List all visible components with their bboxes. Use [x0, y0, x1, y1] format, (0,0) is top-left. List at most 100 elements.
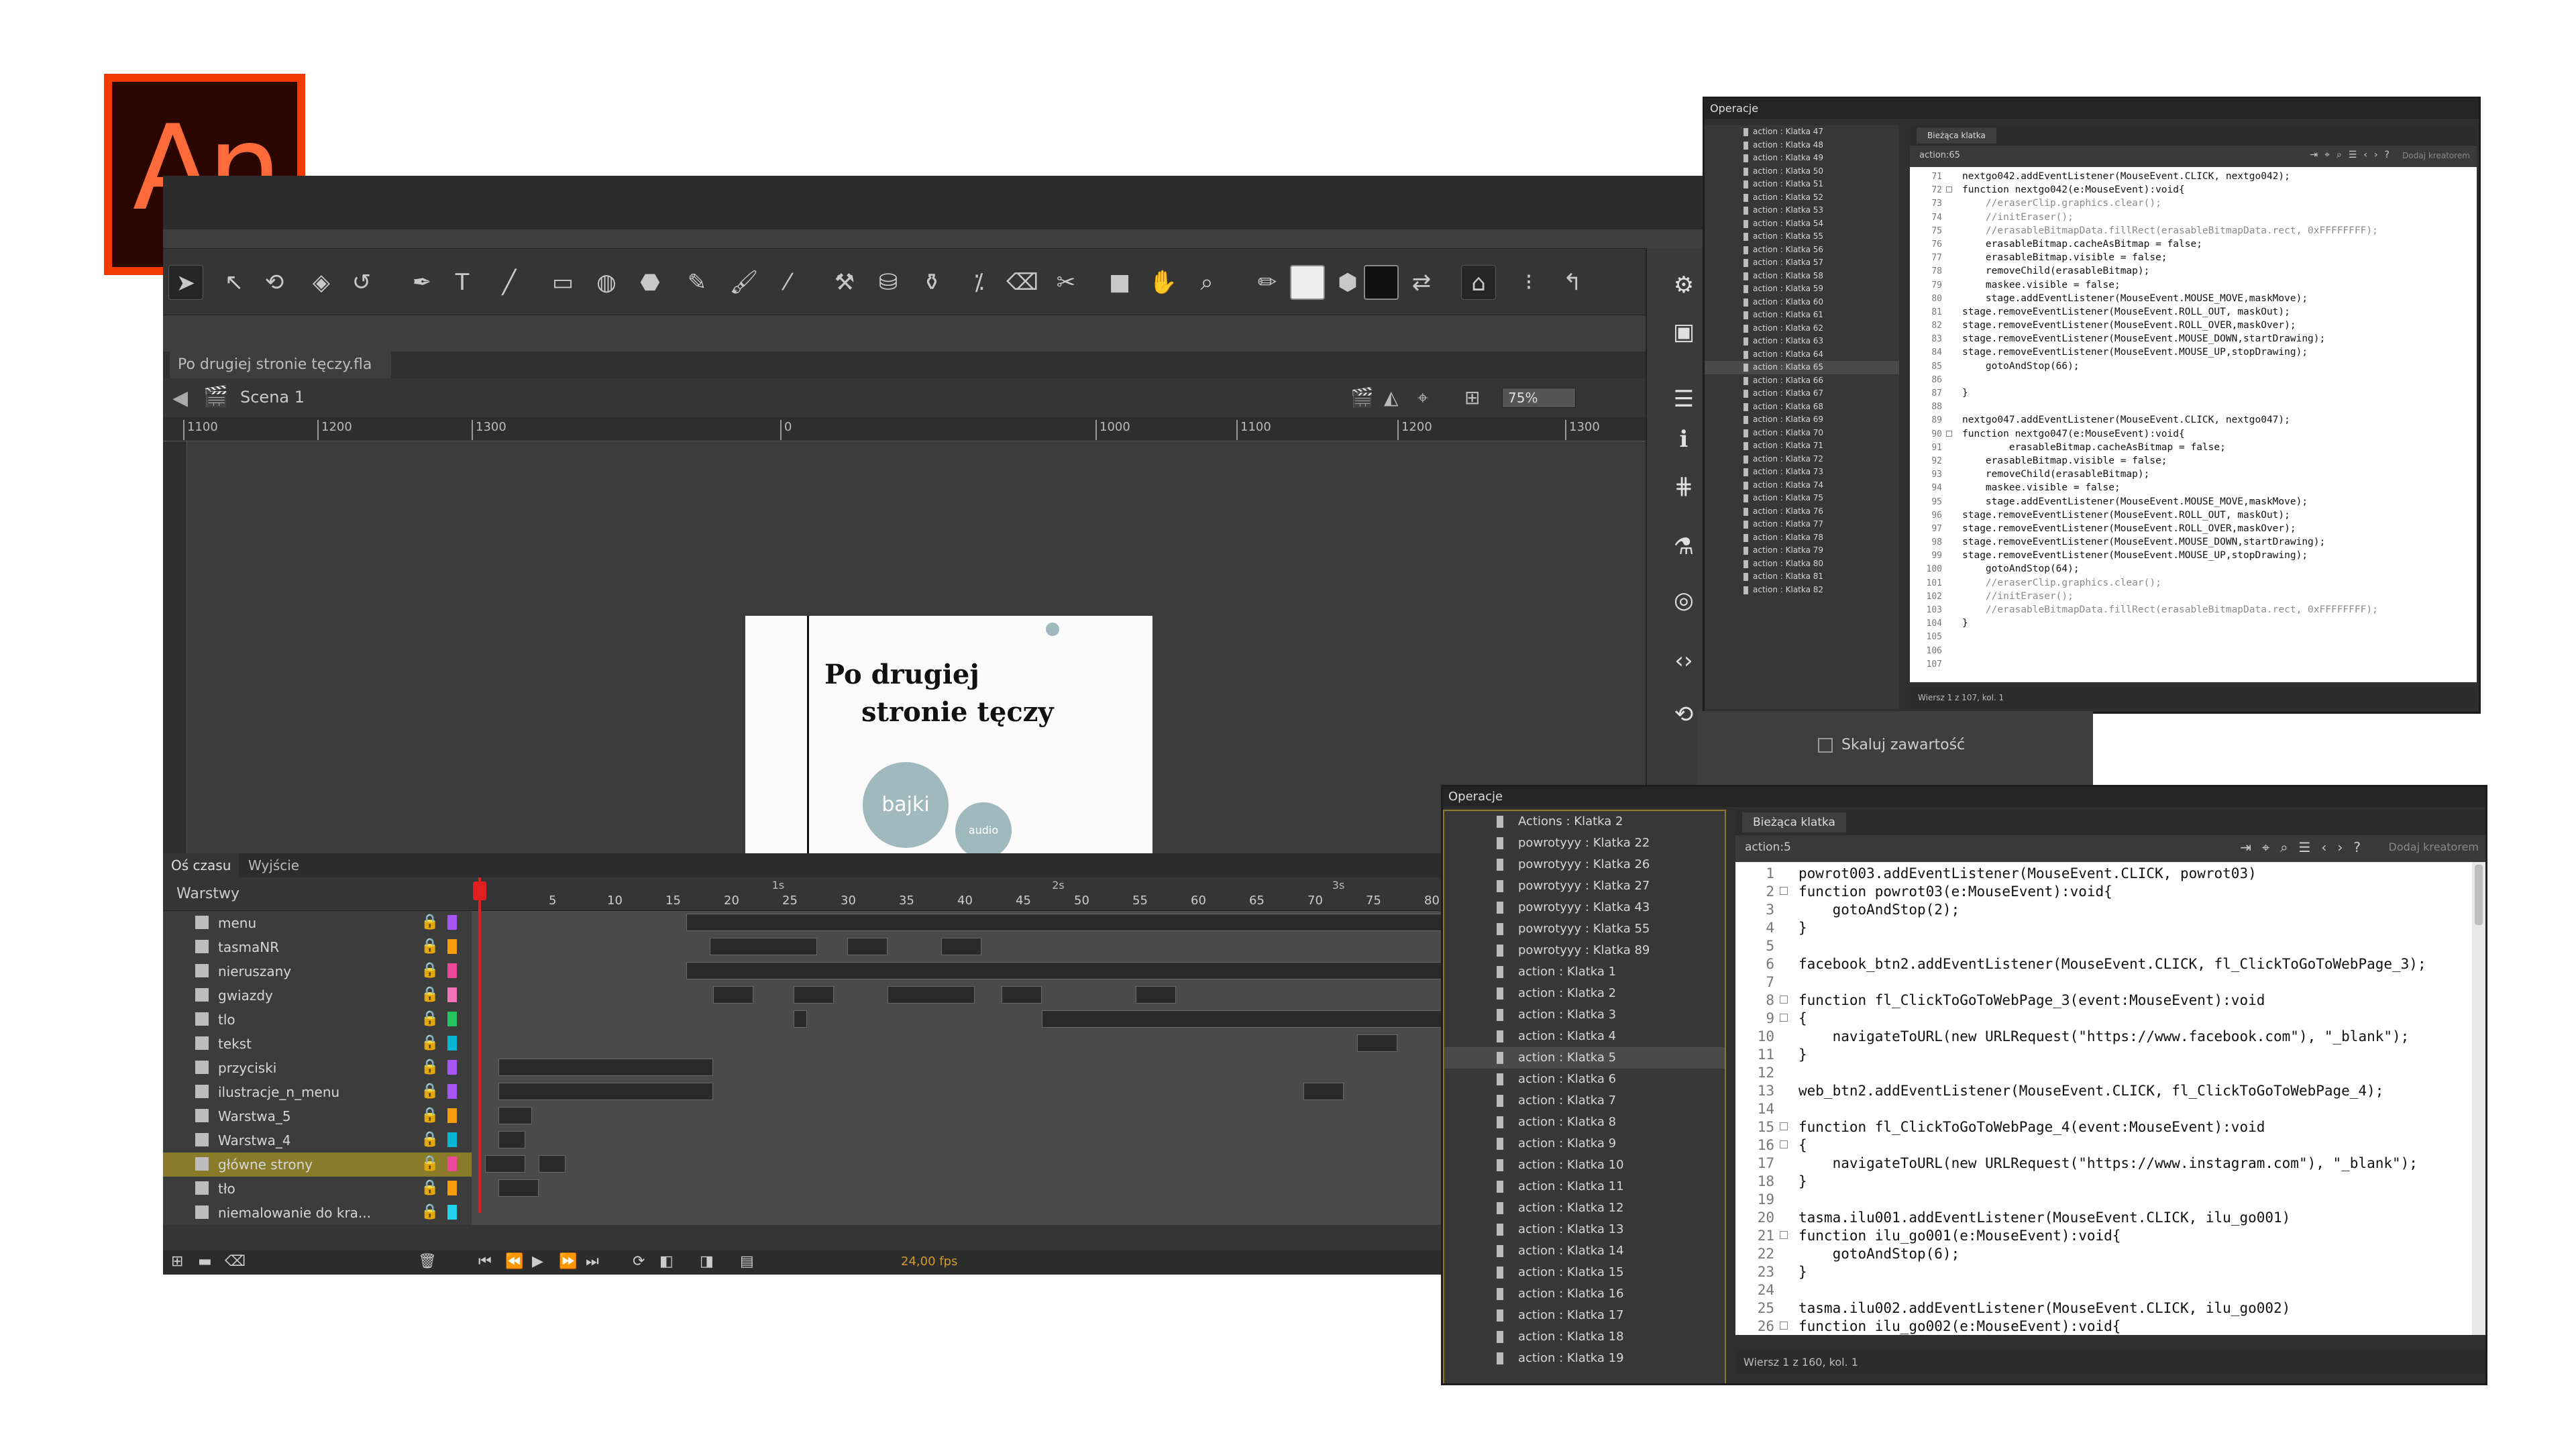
layer-color-swatch[interactable] — [447, 1181, 457, 1195]
lock-icon[interactable]: 🔒 — [421, 1179, 439, 1196]
actions-list-item[interactable]: action : Klatka 48 — [1705, 139, 1899, 152]
code-line[interactable]: 88 — [1910, 400, 2477, 413]
layer-row[interactable]: główne strony 🔒 — [163, 1152, 1646, 1177]
layer-color-swatch[interactable] — [447, 939, 457, 954]
code-line[interactable]: 92 erasableBitmap.visible = false; — [1910, 454, 2477, 468]
actions-list-item[interactable]: action : Klatka 58 — [1705, 270, 1899, 283]
stroke-color-icon[interactable]: ✏ — [1250, 265, 1285, 300]
layer-name-box[interactable]: nieruszany 🔒 — [163, 959, 472, 983]
actions-list-item[interactable]: action : Klatka 12 — [1444, 1197, 1725, 1219]
actions-list-item[interactable]: action : Klatka 5 — [1444, 1047, 1725, 1069]
actions-list-item[interactable]: action : Klatka 8 — [1444, 1112, 1725, 1133]
object-drawing-icon[interactable]: ⌂ — [1461, 265, 1496, 300]
layer-row[interactable]: nieruszany 🔒 — [163, 959, 1646, 983]
code-line[interactable]: 101 //eraserClip.graphics.clear(); — [1910, 576, 2477, 590]
onion-skin-icon[interactable]: ◧ — [659, 1253, 674, 1270]
actions-list-item[interactable]: action : Klatka 16 — [1444, 1283, 1725, 1305]
actions-list-item[interactable]: action : Klatka 49 — [1705, 152, 1899, 165]
code-line[interactable]: 76 erasableBitmap.cacheAsBitmap = false; — [1910, 237, 2477, 251]
code-line[interactable]: 72 function nextgo042(e:MouseEvent):void{ — [1910, 183, 2477, 197]
actions-list-item[interactable]: action : Klatka 2 — [1444, 983, 1725, 1004]
actions-list-item[interactable]: action : Klatka 54 — [1705, 217, 1899, 231]
code-line[interactable]: 17 navigateToURL(new URLRequest("https:/… — [1735, 1155, 2485, 1173]
code-line[interactable]: 89 nextgo047.addEventListener(MouseEvent.… — [1910, 413, 2477, 427]
lasso-tool-icon[interactable]: ↺ — [344, 265, 379, 300]
code-line[interactable]: 103 //erasableBitmapData.fillRect(erasab… — [1910, 603, 2477, 616]
lock-icon[interactable]: 🔒 — [421, 1034, 439, 1051]
actions-list-item[interactable]: action : Klatka 74 — [1705, 479, 1899, 492]
bajki-button[interactable]: bajki — [863, 762, 949, 848]
actions-list-item[interactable]: powrotyyy : Klatka 55 — [1444, 918, 1725, 940]
code-scrollbar[interactable] — [2472, 862, 2485, 1335]
document-tab[interactable]: Po drugiej stronie tęczy.fla — [170, 352, 391, 378]
delete-layer-icon[interactable]: ⌫ — [225, 1253, 246, 1270]
actions-list-item[interactable]: action : Klatka 18 — [1444, 1326, 1725, 1348]
code-line[interactable]: 99 stage.removeEventListener(MouseEvent.M… — [1910, 549, 2477, 562]
transform-panel-icon[interactable]: ⋕ — [1667, 470, 1701, 503]
fold-toggle-icon[interactable] — [1780, 887, 1788, 895]
code-line[interactable]: 18} — [1735, 1173, 2485, 1191]
paint-brush-tool-icon[interactable]: ⁄ — [770, 265, 805, 300]
lock-icon[interactable]: 🔒 — [421, 1010, 439, 1027]
layer-color-swatch[interactable] — [447, 1060, 457, 1075]
keyframe-span[interactable] — [498, 1131, 525, 1148]
new-layer-icon[interactable]: ⊞ — [171, 1253, 183, 1270]
layer-name-box[interactable]: główne strony 🔒 — [163, 1152, 472, 1177]
code-line[interactable]: 7 — [1735, 973, 2485, 991]
actions-list-item[interactable]: action : Klatka 14 — [1444, 1240, 1725, 1262]
layer-color-swatch[interactable] — [447, 1132, 457, 1147]
layer-name-box[interactable]: Warstwa_4 🔒 — [163, 1128, 472, 1152]
layer-name-box[interactable]: Warstwa_5 🔒 — [163, 1104, 472, 1128]
actions-list-item[interactable]: powrotyyy : Klatka 43 — [1444, 897, 1725, 918]
code-line[interactable]: 98 stage.removeEventListener(MouseEvent.M… — [1910, 535, 2477, 549]
code-editor[interactable]: 1 powrot003.addEventListener(MouseEvent.C… — [1735, 862, 2485, 1335]
actions-list-item[interactable]: powrotyyy : Klatka 22 — [1444, 833, 1725, 854]
layer-row[interactable]: Warstwa_4 🔒 — [163, 1128, 1646, 1152]
layer-row[interactable]: niemalowanie do kra... 🔒 — [163, 1201, 1646, 1225]
motion-presets-icon[interactable]: ◎ — [1667, 584, 1701, 617]
fold-toggle-icon[interactable] — [1780, 996, 1788, 1004]
rectangle-tool-icon[interactable]: ▭ — [545, 265, 580, 300]
layer-row[interactable]: menu 🔒 — [163, 911, 1646, 935]
actions-list-item[interactable]: action : Klatka 72 — [1705, 453, 1899, 466]
code-line[interactable]: 78 removeChild(erasableBitmap); — [1910, 264, 2477, 278]
actions-list-item[interactable]: action : Klatka 73 — [1705, 466, 1899, 479]
paint-bucket-tool-icon[interactable]: ⛁ — [871, 265, 906, 300]
actions-list-item[interactable]: action : Klatka 3 — [1444, 1004, 1725, 1026]
lock-icon[interactable]: 🔒 — [421, 1059, 439, 1075]
3d-rotation-tool-icon[interactable]: ◈ — [304, 265, 339, 300]
fold-toggle-icon[interactable] — [1780, 1122, 1788, 1130]
code-line[interactable]: 6 facebook_btn2.addEventListener(MouseEve… — [1735, 955, 2485, 973]
layer-name-box[interactable]: przyciski 🔒 — [163, 1056, 472, 1080]
code-line[interactable]: 93 removeChild(erasableBitmap); — [1910, 468, 2477, 481]
layer-row[interactable]: tekst 🔒 — [163, 1032, 1646, 1056]
lock-icon[interactable]: 🔒 — [421, 1155, 439, 1172]
tab-current-frame[interactable]: Bieżąca klatka — [1742, 812, 1846, 833]
tab-timeline[interactable]: Oś czasu — [163, 853, 239, 877]
actions-list-item[interactable]: action : Klatka 6 — [1444, 1069, 1725, 1090]
code-line[interactable]: 9{ — [1735, 1010, 2485, 1028]
actions-list-item[interactable]: action : Klatka 52 — [1705, 191, 1899, 205]
pen-tool-icon[interactable]: ✒ — [405, 265, 439, 300]
fill-bucket-icon[interactable]: ⬢ — [1330, 265, 1365, 300]
layer-name-box[interactable]: tlo 🔒 — [163, 1008, 472, 1032]
code-line[interactable]: 106 — [1910, 644, 2477, 657]
layer-row[interactable]: gwiazdy 🔒 — [163, 983, 1646, 1008]
code-line[interactable]: 71 nextgo042.addEventListener(MouseEvent.… — [1910, 170, 2477, 183]
keyframe-span[interactable] — [710, 938, 817, 955]
code-line[interactable]: 2 function powrot03(e:MouseEvent):void{ — [1735, 883, 2485, 901]
align-panel-icon[interactable]: ☰ — [1667, 382, 1701, 416]
code-line[interactable]: 107 — [1910, 657, 2477, 671]
code-line[interactable]: 86 — [1910, 373, 2477, 386]
code-line[interactable]: 23} — [1735, 1263, 2485, 1281]
code-line[interactable]: 87} — [1910, 386, 2477, 400]
keyframe-span[interactable] — [1002, 986, 1042, 1004]
keyframe-span[interactable] — [1136, 986, 1176, 1004]
fill-color-swatch[interactable] — [1364, 265, 1399, 300]
fill-none-swatch[interactable] — [1290, 265, 1325, 300]
actions-tree[interactable]: action : Klatka 47 action : Klatka 48 acti… — [1705, 125, 1899, 709]
code-line[interactable]: 15 function fl_ClickToGoToWebPage_4(event… — [1735, 1118, 2485, 1136]
actions-list-item[interactable]: action : Klatka 71 — [1705, 439, 1899, 453]
text-tool-icon[interactable]: T — [445, 265, 480, 300]
selection-tool-icon[interactable]: ➤ — [168, 265, 203, 300]
